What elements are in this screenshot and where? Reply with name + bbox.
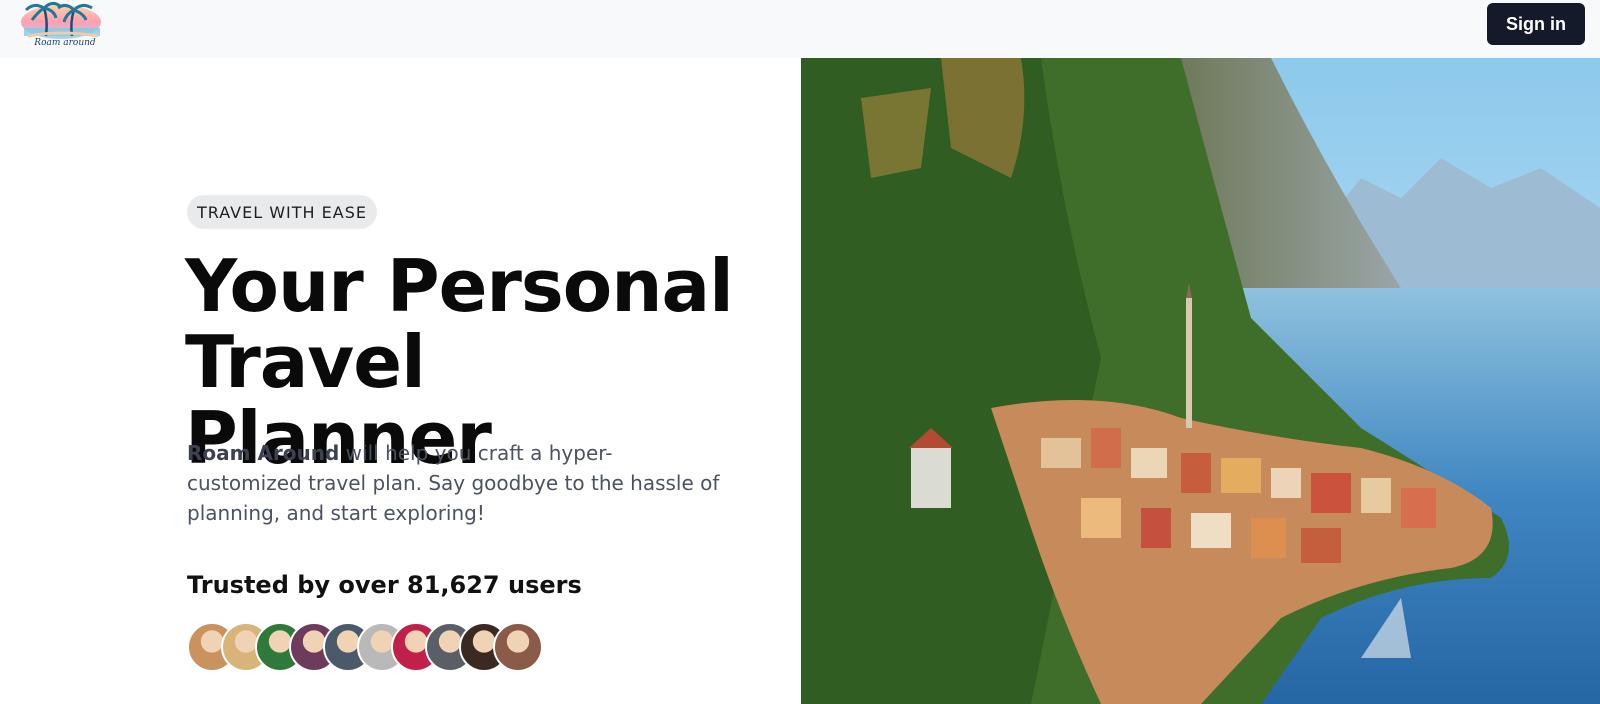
roam-around-logo[interactable]: Roam around: [16, 0, 104, 56]
user-avatar-row: [187, 622, 543, 672]
brand-name: Roam Around: [187, 441, 340, 465]
tagline-badge: TRAVEL WITH EASE: [187, 195, 377, 229]
trusted-users-count: Trusted by over 81,627 users: [187, 571, 582, 599]
sign-in-button[interactable]: Sign in: [1487, 3, 1585, 45]
hero-description: Roam Around will help you craft a hyper-…: [187, 438, 727, 528]
logo-text: Roam around: [34, 38, 96, 48]
avatar: [493, 622, 543, 672]
lake-landscape-illustration: [801, 58, 1600, 704]
title-line-1: Your Personal: [185, 244, 734, 328]
hero-image-lake-village: [801, 58, 1600, 704]
top-nav: Roam around Sign in: [0, 0, 1600, 58]
